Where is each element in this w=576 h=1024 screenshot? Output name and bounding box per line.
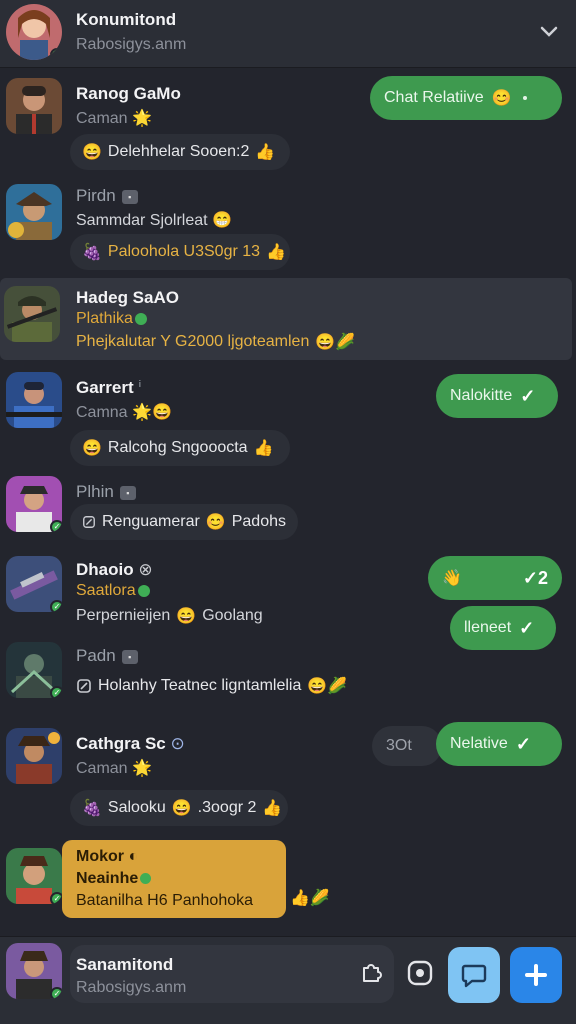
double-check-icon: ✓2 — [522, 567, 548, 588]
check-icon: ✓ — [519, 617, 535, 638]
chat-avatar — [6, 372, 62, 428]
tag-icon: ▪ — [121, 189, 138, 204]
chat-avatar — [6, 728, 62, 784]
check-icon: ✓ — [520, 385, 536, 406]
status-bubble[interactable]: Nelative ✓ — [436, 722, 562, 766]
chat-avatar: ✓ — [6, 556, 62, 612]
message-reactions: 👍🌽 — [290, 890, 330, 907]
bottom-bar: ✓ Sanamitond Rabosigys.anm — [0, 936, 576, 1024]
chat-item[interactable]: Ranog GaMo Caman 🌟 😄 Delehhelar Sooen:2 … — [0, 70, 576, 176]
header-title: Konumitond — [76, 10, 177, 29]
chat-avatar: ✓ — [6, 642, 62, 698]
record-icon[interactable] — [402, 955, 438, 991]
chat-subtitle: Caman 🌟 — [76, 110, 152, 127]
chat-name: Hadeg SaAO — [76, 288, 179, 307]
message-preview: Renguamerar 😊 Padohs — [70, 504, 298, 540]
chat-avatar — [6, 184, 62, 240]
chat-header: ✓ Konumitond Rabosigys.anm — [0, 0, 576, 68]
online-badge-icon: ✓ — [50, 686, 62, 698]
chat-subtitle: Camna 🌟😄 — [76, 404, 172, 421]
chat-relative-bubble[interactable]: Chat Relatiive 😊 — [370, 76, 562, 120]
counter-pill: 3Ot — [372, 726, 442, 766]
chat-name: Cathgra Sc ⊙ — [76, 734, 185, 753]
chat-subtitle: Sammdar Sjolrleat 😁 — [76, 212, 232, 229]
highlighted-chat-card[interactable]: Mokor ◐ Neainhe Batanilha H6 Panhohoka — [62, 840, 286, 918]
header-avatar[interactable]: ✓ — [6, 4, 62, 60]
online-badge-icon: ✓ — [50, 987, 62, 999]
chat-subtitle: Neainhe — [76, 870, 152, 888]
header-subtitle: Rabosigys.anm — [76, 36, 187, 53]
composer-subtitle: Rabosigys.anm — [76, 979, 187, 996]
online-badge-icon: ✓ — [50, 520, 62, 532]
reaction-bubble[interactable]: 👋 ✓2 — [428, 556, 562, 600]
chat-avatar — [4, 286, 60, 342]
chat-name: Ranog GaMo — [76, 84, 181, 103]
check-icon: ✓ — [515, 733, 531, 754]
chat-item[interactable]: Garrert ⁱ Camna 🌟😄 😄 Ralcohg Sngooocta 👍… — [0, 362, 576, 470]
composer-name: Sanamitond — [76, 955, 174, 974]
chat-avatar: ✓ — [6, 848, 62, 904]
message-preview: 🍇 Salooku 😄 .3oogr 2 👍 — [70, 790, 288, 826]
tag-icon: ▪ — [121, 649, 138, 664]
attachment-icon — [83, 516, 95, 528]
chat-name: Pirdn ▪ — [76, 186, 138, 206]
chat-item[interactable]: Cathgra Sc ⊙ Caman 🌟 🍇 Salooku 😄 .3oogr 2 … — [0, 718, 576, 834]
online-badge-icon: ✓ — [50, 48, 62, 60]
online-badge-icon: ✓ — [50, 600, 62, 612]
chat-name: Garrert ⁱ — [76, 378, 142, 397]
self-avatar[interactable]: ✓ — [6, 943, 62, 999]
chat-item[interactable]: ✓ Padn ▪ Holanhy Teatnec ligntamlelia 😄🌽 — [0, 638, 576, 714]
chevron-down-icon[interactable] — [538, 20, 560, 42]
chat-avatar: ✓ — [6, 476, 62, 532]
message-preview: Holanhy Teatnec ligntamlelia 😄🌽 — [76, 668, 359, 704]
more-icon — [522, 96, 527, 100]
message-preview: 😄 Ralcohg Sngooocta 👍 — [70, 430, 290, 466]
chat-bubble-icon[interactable] — [448, 947, 500, 1003]
chat-item[interactable]: Pirdn ▪ Sammdar Sjolrleat 😁 🍇 Paloohola U… — [0, 176, 576, 276]
chat-item-selected[interactable]: Hadeg SaAO Plathika Phejkalutar Y G2000 … — [0, 278, 572, 360]
chat-item[interactable]: ✓ Plhin ▪ Renguamerar 😊 Padohs — [0, 470, 576, 552]
message-preview: Batanilha H6 Panhohoka — [76, 892, 254, 909]
online-badge-icon: ✓ — [50, 892, 62, 904]
message-preview: Phejkalutar Y G2000 ljgoteamlen 😄🌽 — [76, 333, 356, 351]
chat-item[interactable]: ✓ Dhaoio ⊗ Saatlora Perpernieijen 😄 Gool… — [0, 552, 576, 650]
tag-icon: ▪ — [119, 485, 136, 500]
chat-name: Dhaoio ⊗ — [76, 560, 153, 579]
plus-icon[interactable] — [510, 947, 562, 1003]
message-preview: 😄 Delehhelar Sooen:2 👍 — [70, 134, 290, 170]
message-preview: Perpernieijen 😄 Goolang — [76, 607, 263, 625]
verified-icon — [134, 312, 147, 325]
chat-avatar — [6, 78, 62, 134]
attachment-icon — [77, 679, 91, 693]
verified-icon — [140, 873, 152, 885]
chat-name: Mokor ◐ — [76, 848, 139, 865]
chat-subtitle: Caman 🌟 — [76, 760, 152, 777]
chat-name: Padn ▪ — [76, 646, 138, 666]
puzzle-icon[interactable] — [354, 955, 388, 989]
verified-icon — [137, 584, 150, 597]
message-preview: 🍇 Paloohola U3S0gr 13 👍 — [70, 234, 290, 270]
chat-name: Plhin ▪ — [76, 482, 136, 502]
status-bubble[interactable]: Nalokitte ✓ — [436, 374, 558, 418]
